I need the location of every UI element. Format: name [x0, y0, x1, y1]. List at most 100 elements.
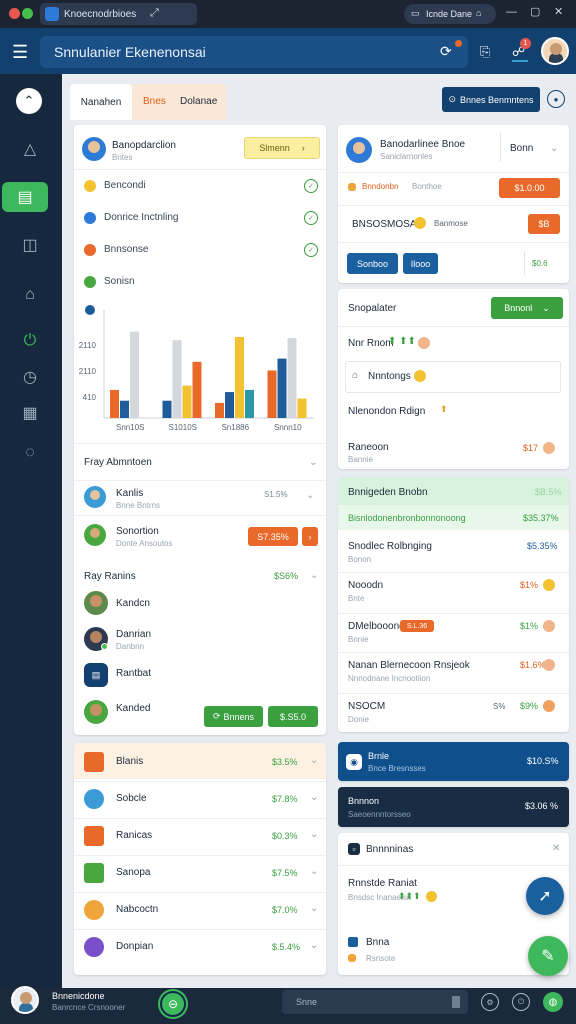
left-card-title: Banopdarclion: [112, 140, 176, 151]
list-name-4: Nabcoctn: [116, 904, 159, 915]
register-coin-icon: [543, 620, 555, 632]
list-value-2: $0.3%: [272, 831, 298, 841]
trash-icon[interactable]: [452, 996, 460, 1008]
register-tag: S.L.36: [400, 620, 434, 632]
right-orange-button-1[interactable]: $1.0.00: [499, 178, 560, 198]
right-line1-a: Bnndonbn: [362, 182, 399, 191]
ray-green-button-1[interactable]: ⟳ Bnnens: [204, 706, 263, 727]
check-icon-0[interactable]: ✓: [304, 179, 318, 193]
minimize-icon[interactable]: —: [506, 6, 517, 18]
person-name-1: Kanlis: [116, 488, 144, 499]
green-fab[interactable]: ✎: [528, 936, 568, 976]
sync-icon[interactable]: ⟳: [440, 43, 452, 60]
x-tick-label: Snn10S: [116, 423, 144, 432]
person-action-chevron[interactable]: ›: [302, 527, 318, 546]
person-chevron-1[interactable]: ⌄: [306, 490, 314, 501]
row1-coin-icon: [418, 337, 430, 349]
right-card-chevron[interactable]: ⌄: [550, 143, 558, 154]
item-label-2: Bnnsonse: [104, 244, 149, 255]
check-icon-2[interactable]: ✓: [304, 243, 318, 257]
bottombar-power-icon[interactable]: ⊖: [160, 991, 186, 1017]
ray-green-button-2[interactable]: $.S5.0: [268, 706, 318, 727]
restore-icon[interactable]: ▢: [530, 5, 540, 18]
right-blue-button-1[interactable]: Sonboo: [347, 253, 398, 274]
tab-bnes[interactable]: Bnes: [143, 96, 166, 107]
item-icon-0: [84, 180, 96, 192]
address-pill[interactable]: ▭ Icnde Dane ⌂: [404, 4, 496, 24]
right-orange-button-2[interactable]: $B: [528, 214, 560, 234]
left-card-header-button[interactable]: Slmenn ›: [244, 137, 320, 159]
profile-avatar[interactable]: [541, 37, 569, 65]
bottombar-settings-icon[interactable]: ⚙: [481, 993, 499, 1011]
bar: [267, 370, 277, 418]
bottombar-power2-icon[interactable]: ⏻: [512, 993, 530, 1011]
triangle-icon[interactable]: △: [12, 134, 48, 164]
clock-icon[interactable]: ◷: [12, 362, 48, 392]
register-divider: [338, 572, 569, 573]
ray-ranins-value: $S6%: [274, 571, 299, 581]
blue-fab[interactable]: ➚: [526, 877, 564, 915]
new-tab-icon[interactable]: ⤢: [150, 7, 159, 20]
list-chevron-0[interactable]: ⌄: [310, 755, 318, 766]
register-coin-icon: [543, 700, 555, 712]
list-chevron-3[interactable]: ⌄: [310, 866, 318, 877]
register-divider: [338, 613, 569, 614]
snopalater-button[interactable]: Bnnonl ⌄: [491, 297, 563, 319]
bottombar-search[interactable]: Snne: [282, 990, 468, 1014]
register-item-value-2: $1%: [520, 621, 539, 631]
account-icon[interactable]: ●: [547, 90, 565, 108]
item-icon-1: [84, 212, 96, 224]
app-logo-icon[interactable]: ⌃: [16, 88, 42, 114]
documents-icon[interactable]: ▤: [2, 182, 48, 212]
bar-chart: 410 2110 2110 Snn10S S1010S Sn1886 Snnn10: [79, 305, 314, 432]
bottombar-globe-icon[interactable]: ◍: [543, 992, 563, 1012]
bar: [245, 389, 254, 418]
bar: [182, 385, 192, 418]
register-item-sub-2: Bnnie: [348, 635, 369, 644]
power-icon[interactable]: ⏻: [12, 326, 48, 356]
right-card-avatar: [346, 137, 372, 163]
header-search-bar[interactable]: Snnulanier Ekenenonsai: [40, 36, 468, 68]
share-icon[interactable]: ⎘: [480, 44, 490, 60]
close-dot[interactable]: [9, 8, 20, 19]
close-window-icon[interactable]: ✕: [554, 5, 563, 18]
register-divider: [338, 693, 569, 694]
register-coin-icon: [543, 659, 555, 671]
register-pct: S%: [493, 702, 506, 711]
right-card-value: $0.6: [532, 259, 548, 268]
bottom-right-item2-sub: Rsnsote: [366, 954, 396, 963]
chat-square-icon: ▫: [348, 843, 360, 855]
item-icon-2: [84, 244, 96, 256]
list-chevron-4[interactable]: ⌄: [310, 903, 318, 914]
list-icon-2: [84, 826, 104, 846]
ray-ranins-chevron[interactable]: ⌄: [310, 570, 318, 581]
right-card-select[interactable]: Bonn: [510, 143, 533, 154]
maximize-dot[interactable]: [22, 8, 33, 19]
chart-icon[interactable]: ◫: [12, 230, 48, 260]
close-small-icon[interactable]: ✕: [552, 843, 560, 854]
register-item-value-1: $1%: [520, 580, 539, 590]
register-item-sub-1: Bnte: [348, 594, 365, 603]
bar: [120, 400, 129, 418]
list-chevron-2[interactable]: ⌄: [310, 829, 318, 840]
tab-nanahen[interactable]: Nanahen: [70, 84, 132, 120]
browser-tab[interactable]: Knoecnodrbioes: [40, 3, 197, 25]
top-right-button[interactable]: ⊙ Bnnes Benmntens: [442, 87, 540, 112]
chat-icon[interactable]: ◌: [12, 438, 48, 468]
list-chevron-1[interactable]: ⌄: [310, 792, 318, 803]
building-icon[interactable]: ⌂: [12, 280, 48, 310]
hamburger-menu-icon[interactable]: ☰: [12, 42, 28, 63]
y-tick-label: 410: [83, 393, 97, 402]
fray-abms-chevron[interactable]: ⌄: [309, 457, 317, 468]
tab-dolanae[interactable]: Dolanae: [180, 96, 217, 107]
x-tick-label: Snnn10: [274, 423, 302, 432]
person-action-button[interactable]: S7.35%: [248, 527, 298, 546]
check-icon-1[interactable]: ✓: [304, 211, 318, 225]
bottombar-avatar[interactable]: [11, 986, 39, 1014]
list-chevron-5[interactable]: ⌄: [310, 940, 318, 951]
person-sub-2: Donte Ansoutos: [116, 539, 173, 548]
register-sub-value: $35.37%: [523, 513, 559, 523]
calendar-icon[interactable]: ▦: [12, 398, 48, 428]
right-blue-button-2[interactable]: Ilooo: [403, 253, 438, 274]
person-avatar-1: [84, 486, 106, 508]
